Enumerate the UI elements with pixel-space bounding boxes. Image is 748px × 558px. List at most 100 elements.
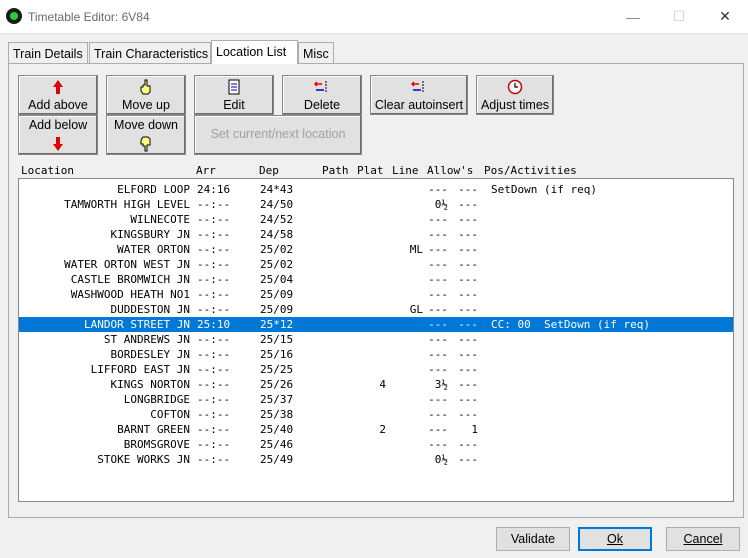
table-row[interactable]: LONGBRIDGE --:-- 25/37 --- --- (19, 392, 733, 407)
cell-loc: ELFORD LOOP (117, 183, 190, 196)
location-listbox[interactable]: ELFORD LOOP 24:16 24*43 --- --- SetDown (if r… (18, 178, 734, 502)
cell-a1: --- (428, 303, 448, 316)
hand-up-icon (139, 78, 153, 96)
table-row[interactable]: WATER ORTON --:-- 25/02 ML --- --- (19, 242, 733, 257)
tab-train-characteristics[interactable]: Train Characteristics (89, 42, 211, 64)
add-above-label: Add above (28, 98, 88, 112)
app-icon (6, 8, 22, 24)
cell-arr: --:-- (197, 198, 231, 211)
cell-dep: 25/02 (260, 243, 294, 256)
tab-train-details[interactable]: Train Details (8, 42, 88, 64)
cell-a2: --- (458, 438, 478, 451)
table-row[interactable]: LIFFORD EAST JN --:-- 25/25 --- --- (19, 362, 733, 377)
adjust-times-label: Adjust times (480, 98, 550, 112)
table-row-selected[interactable]: LANDOR STREET JN 25:10 25*12 --- --- CC: 00 S… (19, 317, 733, 332)
cell-a2: --- (458, 213, 478, 226)
cell-arr: --:-- (197, 438, 231, 451)
edit-button[interactable]: Edit (194, 75, 274, 115)
table-row[interactable]: WILNECOTE --:-- 24/52 --- --- (19, 212, 733, 227)
table-row[interactable]: ST ANDREWS JN --:-- 25/15 --- --- (19, 332, 733, 347)
cell-dep: 24/50 (260, 198, 294, 211)
cell-a1: 3½ (434, 378, 448, 391)
tab-misc[interactable]: Misc (298, 42, 334, 64)
hand-down-icon (139, 135, 153, 152)
list-header: Location Arr Dep Path Plat Line Allow's … (18, 164, 738, 178)
cell-a2: --- (458, 393, 478, 406)
add-above-button[interactable]: Add above (18, 75, 98, 115)
table-row[interactable]: WASHWOOD HEATH NO1 --:-- 25/09 --- --- (19, 287, 733, 302)
arrow-up-icon (52, 78, 64, 96)
move-down-label: Move down (114, 118, 178, 132)
cell-dep: 24/52 (260, 213, 294, 226)
cell-plat: 2 (379, 423, 386, 436)
cell-line: ML (409, 243, 423, 256)
table-row[interactable]: STOKE WORKS JN --:-- 25/49 0½ --- (19, 452, 733, 467)
cell-loc: LONGBRIDGE (123, 393, 190, 406)
cell-arr: --:-- (197, 408, 231, 421)
cell-dep: 25/16 (260, 348, 294, 361)
table-row[interactable]: KINGS NORTON --:-- 25/26 4 3½ --- (19, 377, 733, 392)
table-row[interactable]: DUDDESTON JN --:-- 25/09 GL --- --- (19, 302, 733, 317)
table-row[interactable]: BROMSGROVE --:-- 25/46 --- --- (19, 437, 733, 452)
table-row[interactable]: TAMWORTH HIGH LEVEL --:-- 24/50 0½ --- (19, 197, 733, 212)
move-up-button[interactable]: Move up (106, 75, 186, 115)
cell-loc: KINGSBURY JN (110, 228, 190, 241)
clear-autoinsert-button[interactable]: Clear autoinsert (370, 75, 468, 115)
cell-act: CC: 00 SetDown (if req) (491, 318, 650, 331)
maximize-button[interactable]: ☐ (656, 0, 702, 33)
close-button[interactable]: ✕ (702, 0, 748, 33)
cell-arr: --:-- (197, 273, 231, 286)
cell-a2: --- (458, 363, 478, 376)
edit-document-icon (227, 78, 241, 96)
cell-dep: 25/49 (260, 453, 294, 466)
adjust-times-button[interactable]: Adjust times (476, 75, 554, 115)
cell-a2: --- (458, 198, 478, 211)
cell-a2: --- (458, 243, 478, 256)
cell-a2: --- (458, 258, 478, 271)
cell-a1: 0½ (434, 198, 448, 211)
cell-arr: --:-- (197, 348, 231, 361)
cell-loc: BROMSGROVE (123, 438, 190, 451)
move-down-button[interactable]: Move down (106, 115, 186, 155)
cell-a2: 1 (471, 423, 478, 436)
cell-a1: --- (428, 258, 448, 271)
tab-location-list[interactable]: Location List (211, 40, 298, 64)
table-row[interactable]: CASTLE BROMWICH JN --:-- 25/04 --- --- (19, 272, 733, 287)
cell-dep: 25/40 (260, 423, 294, 436)
cell-arr: --:-- (197, 213, 231, 226)
col-allows: Allow's (427, 164, 474, 177)
cell-loc: COFTON (150, 408, 190, 421)
table-row[interactable]: ELFORD LOOP 24:16 24*43 --- --- SetDown (if r… (19, 182, 733, 197)
validate-button[interactable]: Validate (496, 527, 570, 551)
delete-label: Delete (303, 98, 341, 112)
cell-a1: --- (428, 318, 448, 331)
table-row[interactable]: BARNT GREEN --:-- 25/40 2 --- 1 (19, 422, 733, 437)
cell-a2: --- (458, 318, 478, 331)
cell-a1: --- (428, 243, 448, 256)
cell-dep: 25/15 (260, 333, 294, 346)
delete-entry-icon (314, 78, 330, 96)
cell-a1: --- (428, 363, 448, 376)
cell-loc: WATER ORTON (117, 243, 190, 256)
table-row[interactable]: COFTON --:-- 25/38 --- --- (19, 407, 733, 422)
validate-label: Validate (510, 532, 556, 546)
cell-loc: WILNECOTE (130, 213, 190, 226)
cell-dep: 25/46 (260, 438, 294, 451)
table-row[interactable]: KINGSBURY JN --:-- 24/58 --- --- (19, 227, 733, 242)
cancel-button[interactable]: Cancel (666, 527, 740, 551)
ok-label: Ok (607, 532, 623, 546)
title-bar: Timetable Editor: 6V84 — ☐ ✕ (0, 0, 748, 34)
table-row[interactable]: WATER ORTON WEST JN --:-- 25/02 --- --- (19, 257, 733, 272)
delete-button[interactable]: Delete (282, 75, 362, 115)
ok-button[interactable]: Ok (578, 527, 652, 551)
cell-arr: --:-- (197, 333, 231, 346)
cell-a1: --- (428, 183, 448, 196)
cell-dep: 25/38 (260, 408, 294, 421)
add-below-button[interactable]: Add below (18, 115, 98, 155)
minimize-button[interactable]: — (610, 0, 656, 33)
cell-dep: 25/04 (260, 273, 294, 286)
table-row[interactable]: BORDESLEY JN --:-- 25/16 --- --- (19, 347, 733, 362)
cancel-label: Cancel (683, 532, 723, 546)
set-current-next-location-button[interactable]: Set current/next location (194, 115, 362, 155)
clear-autoinsert-icon (411, 78, 427, 96)
